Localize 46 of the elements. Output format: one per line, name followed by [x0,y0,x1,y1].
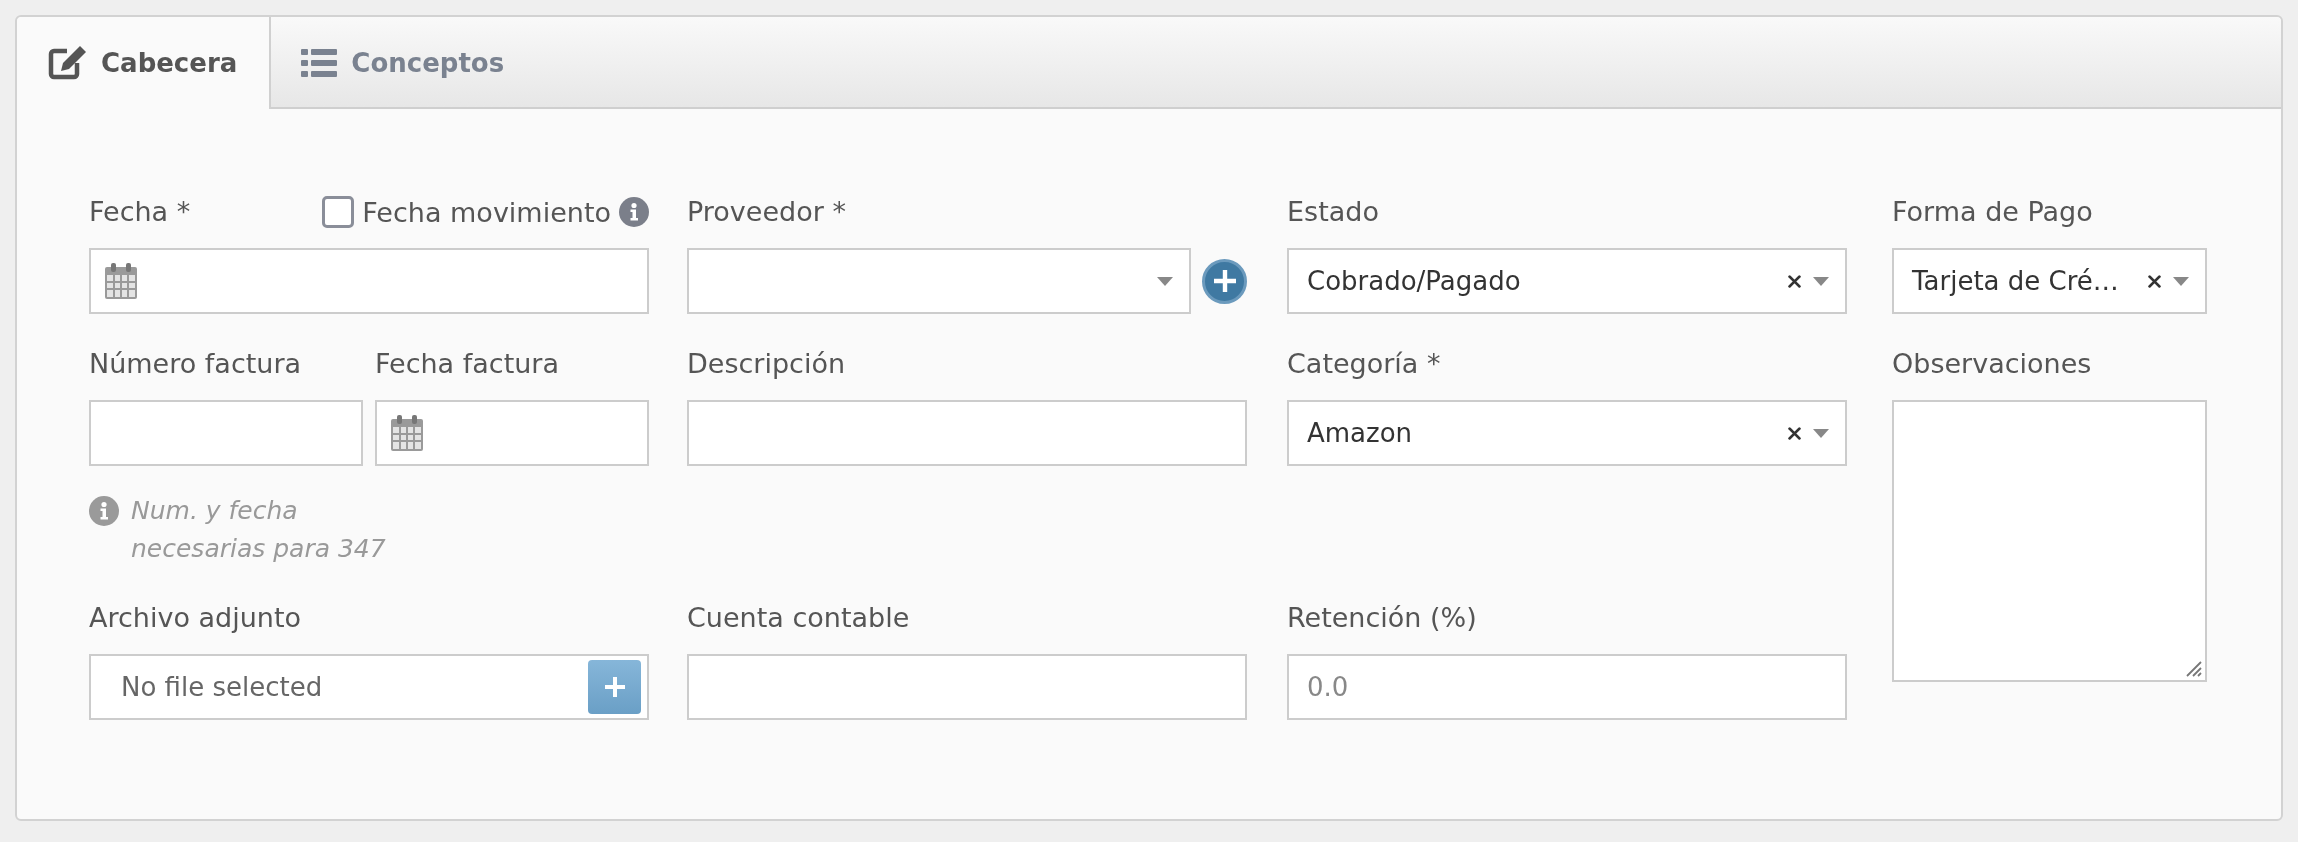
field-label: Categoría * [1287,347,1442,381]
field-label: Cuenta contable [687,601,911,635]
field-label: Número factura [89,347,303,381]
field-label: Estado [1287,195,1380,229]
edit-icon [47,45,87,81]
select-field[interactable]: Amazon [1287,400,1847,466]
info-icon [89,496,119,526]
plus-icon [604,677,625,697]
caret-icon [2173,276,2189,286]
field-label: Descripción [687,347,847,381]
list-icon [301,48,338,78]
caret-icon [1813,428,1829,438]
clear-icon[interactable] [1788,274,1801,288]
calendar-icon [103,262,139,300]
caret-icon [1157,276,1173,286]
input-field[interactable]: 0.0 [1287,654,1847,720]
textarea-field[interactable] [1892,400,2207,682]
help-text: Num. y fecha necesarias para 347 [131,495,387,565]
field-label: Forma de Pago [1892,195,2094,229]
resize-grip-icon[interactable] [2184,659,2202,677]
select-field[interactable]: Tarjeta de Cré… [1892,248,2207,314]
field-label: Retención (%) [1287,601,1478,635]
field-label: Fecha * [89,195,191,229]
field-label: Fecha factura [375,347,560,381]
field-label: Proveedor * [687,195,847,229]
plus-icon [1213,270,1236,292]
caret-icon [1813,276,1829,286]
calendar-icon [389,414,425,452]
date-field[interactable] [375,400,649,466]
add-button[interactable] [1202,258,1247,304]
field-label: Archivo adjunto [89,601,303,635]
checkbox-label: Fecha movimiento [362,196,611,228]
info-icon [619,197,649,227]
select-field[interactable] [687,248,1191,314]
date-field[interactable] [89,248,649,314]
tab[interactable]: Cabecera [17,17,272,109]
file-input[interactable]: No file selected [89,654,649,720]
input-field[interactable] [687,654,1247,720]
add-file-button[interactable] [588,660,641,714]
clear-icon[interactable] [1788,426,1801,440]
clear-icon[interactable] [2148,274,2161,288]
input-field[interactable] [89,400,363,466]
input-field[interactable] [687,400,1247,466]
select-field[interactable]: Cobrado/Pagado [1287,248,1847,314]
checkbox[interactable] [322,196,355,228]
field-label: Observaciones [1892,347,2093,381]
